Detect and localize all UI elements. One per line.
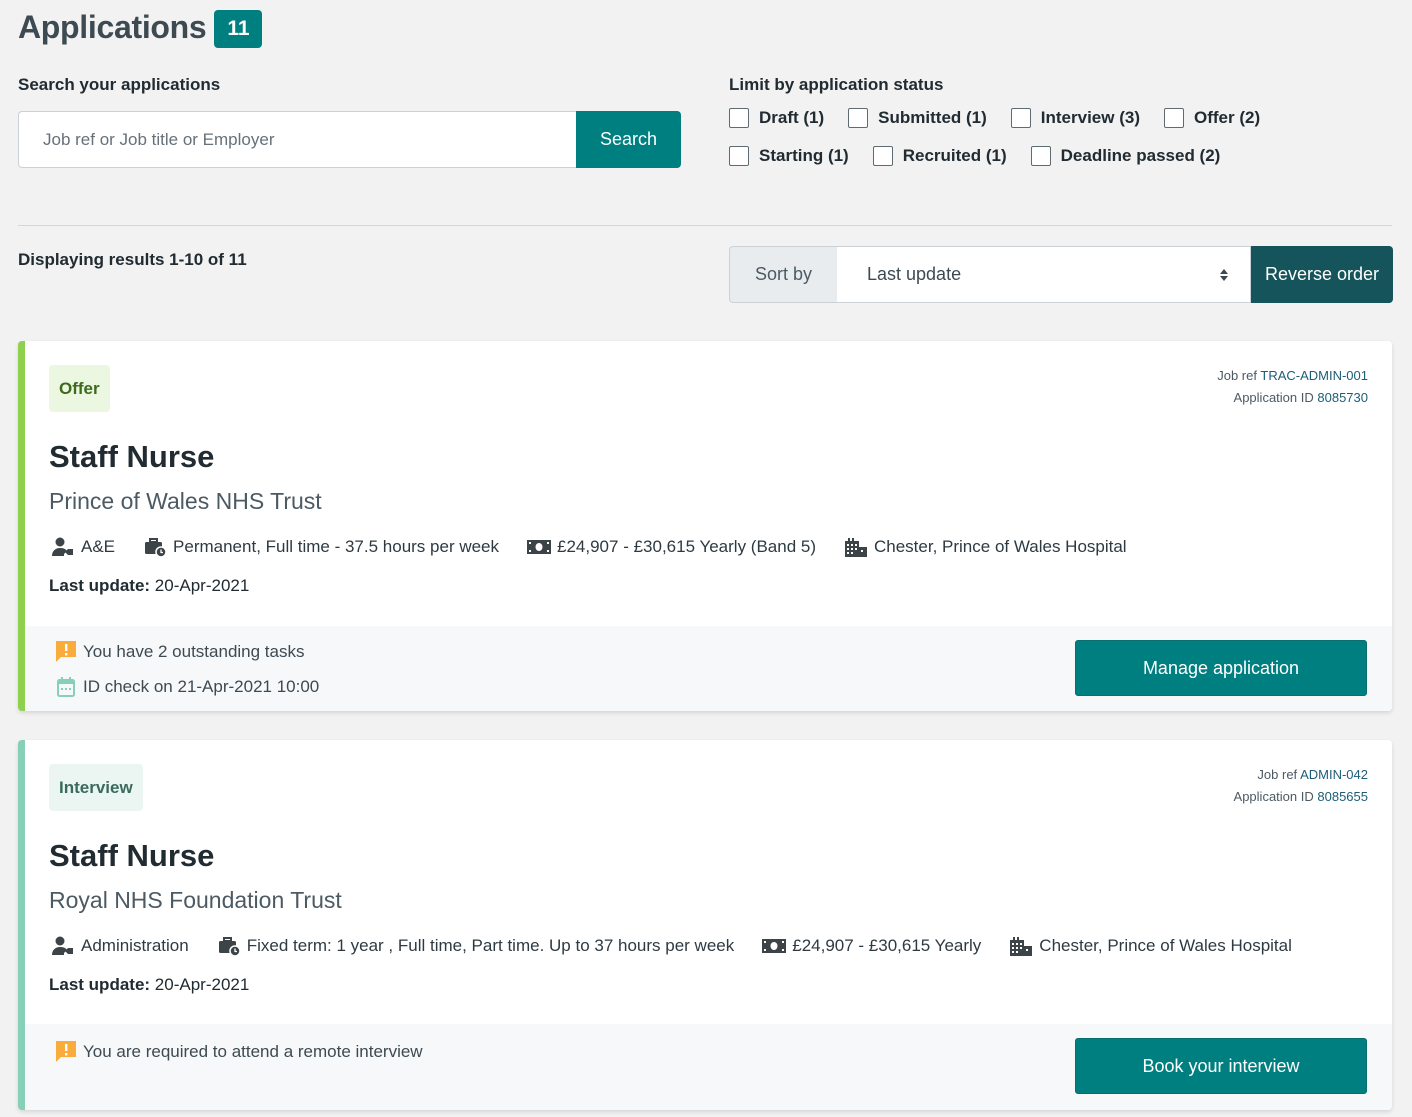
department: Administration xyxy=(51,936,189,956)
filter-label: Draft (1) xyxy=(759,108,825,127)
search-button[interactable]: Search xyxy=(576,111,681,168)
section-divider xyxy=(18,225,1392,226)
application-id: Application ID 8085730 xyxy=(1233,390,1368,405)
page-header: Applications 11 xyxy=(18,6,263,48)
money-icon xyxy=(762,936,787,956)
status-filter-row: Draft (1) Submitted (1) Interview (3) Of… xyxy=(729,108,1284,128)
manage-application-button[interactable]: Manage application xyxy=(1075,640,1367,696)
sort-select[interactable]: Last update xyxy=(837,246,1251,303)
last-update: Last update: 20-Apr-2021 xyxy=(49,975,250,994)
user-tag-icon xyxy=(51,936,75,956)
job-title[interactable]: Staff Nurse xyxy=(49,439,214,475)
status-badge: Interview xyxy=(49,764,143,811)
status-filter-label: Limit by application status xyxy=(729,75,944,94)
contract-type: Fixed term: 1 year , Full time, Part tim… xyxy=(217,936,734,956)
filter-submitted-checkbox[interactable] xyxy=(848,108,869,128)
application-refs: Job ref ADMIN-042 Application ID 8085655 xyxy=(1234,764,1368,808)
job-ref: Job ref ADMIN-042 xyxy=(1257,767,1368,782)
filter-starting[interactable]: Starting (1) xyxy=(729,146,849,166)
filter-label: Interview (3) xyxy=(1040,108,1140,127)
card-footer: You are required to attend a remote inte… xyxy=(25,1024,1392,1110)
search-group: Search xyxy=(18,111,681,168)
select-arrows-icon xyxy=(1220,268,1228,281)
application-id: Application ID 8085655 xyxy=(1233,789,1368,804)
job-details: A&E Permanent, Full time - 37.5 hours pe… xyxy=(51,537,1155,557)
location: Chester, Prince of Wales Hospital xyxy=(844,537,1127,557)
status-badge: Offer xyxy=(49,365,110,412)
employer-name: Prince of Wales NHS Trust xyxy=(49,488,322,514)
location: Chester, Prince of Wales Hospital xyxy=(1009,936,1292,956)
job-ref: Job ref TRAC-ADMIN-001 xyxy=(1217,368,1368,383)
filter-label: Submitted (1) xyxy=(878,108,987,127)
results-summary: Displaying results 1-10 of 11 xyxy=(18,250,247,269)
outstanding-tasks-note: You have 2 outstanding tasks xyxy=(55,641,304,663)
reverse-order-button[interactable]: Reverse order xyxy=(1251,246,1393,303)
remote-interview-note: You are required to attend a remote inte… xyxy=(55,1041,423,1063)
application-card: Interview Job ref ADMIN-042 Application … xyxy=(18,740,1392,1110)
filter-label: Deadline passed (2) xyxy=(1060,146,1221,165)
last-update: Last update: 20-Apr-2021 xyxy=(49,576,250,595)
card-footer: You have 2 outstanding tasks ID check on… xyxy=(25,626,1392,711)
briefcase-clock-icon xyxy=(143,537,167,557)
briefcase-clock-icon xyxy=(217,936,241,956)
application-card: Offer Job ref TRAC-ADMIN-001 Application… xyxy=(18,341,1392,711)
filter-label: Offer (2) xyxy=(1193,108,1261,127)
sort-control: Sort by Last update Reverse order xyxy=(729,246,1393,303)
contract-type: Permanent, Full time - 37.5 hours per we… xyxy=(143,537,499,557)
filter-submitted[interactable]: Submitted (1) xyxy=(848,108,987,128)
search-label: Search your applications xyxy=(18,75,221,94)
status-filter-row: Starting (1) Recruited (1) Deadline pass… xyxy=(729,146,1244,166)
filter-recruited-checkbox[interactable] xyxy=(872,146,893,166)
sort-by-label: Sort by xyxy=(729,246,837,303)
filter-offer-checkbox[interactable] xyxy=(1163,108,1184,128)
warning-icon xyxy=(55,641,77,663)
filter-draft[interactable]: Draft (1) xyxy=(729,108,824,128)
filter-draft-checkbox[interactable] xyxy=(729,108,749,128)
filter-interview-checkbox[interactable] xyxy=(1010,108,1031,128)
salary: £24,907 - £30,615 Yearly xyxy=(762,936,981,956)
filter-label: Starting (1) xyxy=(759,146,849,165)
building-icon xyxy=(1009,936,1033,956)
filter-starting-checkbox[interactable] xyxy=(729,146,749,166)
department: A&E xyxy=(51,537,115,557)
application-refs: Job ref TRAC-ADMIN-001 Application ID 80… xyxy=(1217,365,1368,409)
user-tag-icon xyxy=(51,537,75,557)
salary: £24,907 - £30,615 Yearly (Band 5) xyxy=(527,537,816,557)
filter-recruited[interactable]: Recruited (1) xyxy=(872,146,1007,166)
filter-deadline-passed-checkbox[interactable] xyxy=(1030,146,1051,166)
calendar-icon xyxy=(55,676,77,698)
book-interview-button[interactable]: Book your interview xyxy=(1075,1038,1367,1094)
filter-label: Recruited (1) xyxy=(902,146,1007,165)
building-icon xyxy=(844,537,868,557)
employer-name: Royal NHS Foundation Trust xyxy=(49,887,342,913)
job-details: Administration Fixed term: 1 year , Full… xyxy=(51,936,1320,956)
job-title[interactable]: Staff Nurse xyxy=(49,838,214,874)
filter-offer[interactable]: Offer (2) xyxy=(1163,108,1261,128)
filter-deadline-passed[interactable]: Deadline passed (2) xyxy=(1030,146,1221,166)
id-check-note: ID check on 21-Apr-2021 10:00 xyxy=(55,676,319,698)
filter-interview[interactable]: Interview (3) xyxy=(1010,108,1140,128)
warning-icon xyxy=(55,1041,77,1063)
sort-selected-value: Last update xyxy=(867,264,962,284)
search-input[interactable] xyxy=(18,111,576,168)
money-icon xyxy=(527,537,552,557)
page-title: Applications xyxy=(18,8,207,45)
applications-count-badge: 11 xyxy=(214,10,263,48)
